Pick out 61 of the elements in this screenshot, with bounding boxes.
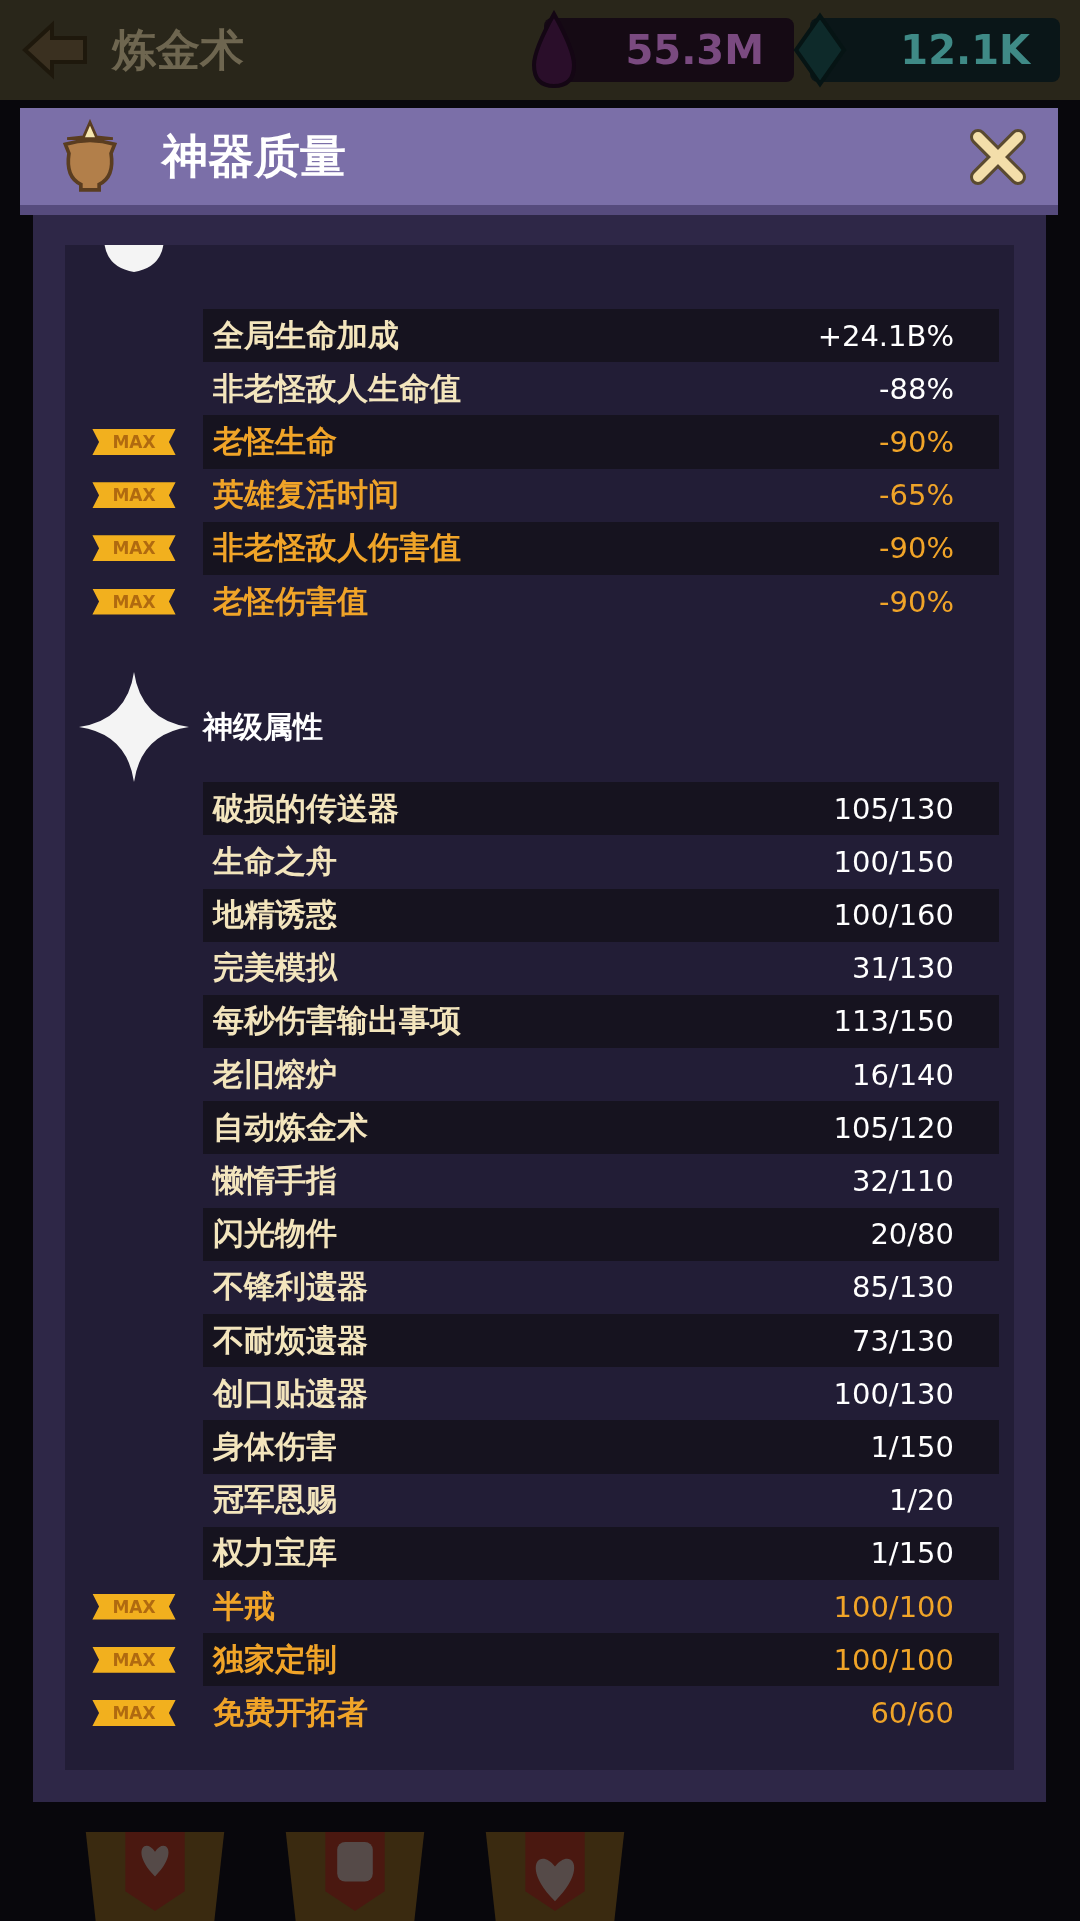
stat-name: 每秒伤害输出事项 [213,1001,461,1041]
section-title: 神级属性 [203,707,323,746]
stat-name: 免费开拓者 [213,1692,368,1732]
max-ribbon: MAX [92,482,176,509]
stat-value: 20/80 [870,1217,954,1252]
stat-value: +24.1B% [817,318,954,353]
stat-value: 1/20 [888,1483,954,1518]
stat-name: 生命之舟 [213,841,337,881]
stat-value: 105/130 [833,791,954,826]
sparkle-icon [79,672,189,783]
stat-value: 31/130 [851,951,954,986]
stat-value: 113/150 [833,1004,954,1039]
stat-name: 闪光物件 [213,1214,337,1254]
stat-value: 100/100 [833,1642,954,1677]
stat-name: 自动炼金术 [213,1107,368,1147]
stat-value: 32/110 [851,1164,954,1199]
stat-name: 非老怪敌人伤害值 [213,528,461,568]
stat-value: 1/150 [870,1536,954,1571]
stat-value: 60/60 [870,1695,954,1730]
stat-value: -65% [879,478,954,513]
close-button[interactable] [968,126,1028,187]
max-ribbon: MAX [92,1646,176,1673]
stat-name: 英雄复活时间 [213,475,399,515]
stat-name: 老怪伤害值 [213,581,368,621]
stat-name: 半戒 [213,1586,275,1626]
stat-value: 73/130 [851,1323,954,1358]
stat-name: 不锋利遗器 [213,1267,368,1307]
stat-name: 冠军恩赐 [213,1480,337,1520]
stat-name: 地精诱惑 [213,895,337,935]
stat-name: 老旧熔炉 [213,1054,337,1094]
stat-value: 100/150 [833,844,954,879]
stat-name: 权力宝库 [213,1533,337,1573]
max-ribbon: MAX [92,535,176,562]
stat-value: 100/100 [833,1589,954,1624]
stat-name: 完美模拟 [213,948,337,988]
stat-value: 105/120 [833,1110,954,1145]
stat-value: -90% [879,531,954,566]
stat-value: -90% [879,424,954,459]
stat-name: 身体伤害 [213,1426,337,1466]
screen-title: 炼金术 [112,22,245,77]
stat-name: 老怪生命 [213,421,337,461]
stat-name: 创口贴遗器 [213,1373,368,1413]
stat-name: 全局生命加成 [213,315,399,355]
stat-value: 100/160 [833,898,954,933]
stat-name: 独家定制 [213,1639,337,1679]
max-ribbon: MAX [92,1699,176,1726]
stat-value: -90% [879,584,954,619]
max-ribbon: MAX [92,428,176,455]
stat-value: 85/130 [851,1270,954,1305]
stat-value: 16/140 [851,1057,954,1092]
close-icon [968,126,1028,187]
dialog-title: 神器质量 [162,127,347,185]
stat-name: 破损的传送器 [213,788,399,828]
stat-name: 懒惰手指 [213,1161,337,1201]
stat-name: 不耐烦遗器 [213,1320,368,1360]
stat-name: 非老怪敌人生命值 [213,368,461,408]
max-ribbon: MAX [92,588,176,615]
max-ribbon: MAX [92,1593,176,1620]
stat-value: 100/130 [833,1376,954,1411]
stat-value: 1/150 [870,1429,954,1464]
stat-value: -88% [879,371,954,406]
